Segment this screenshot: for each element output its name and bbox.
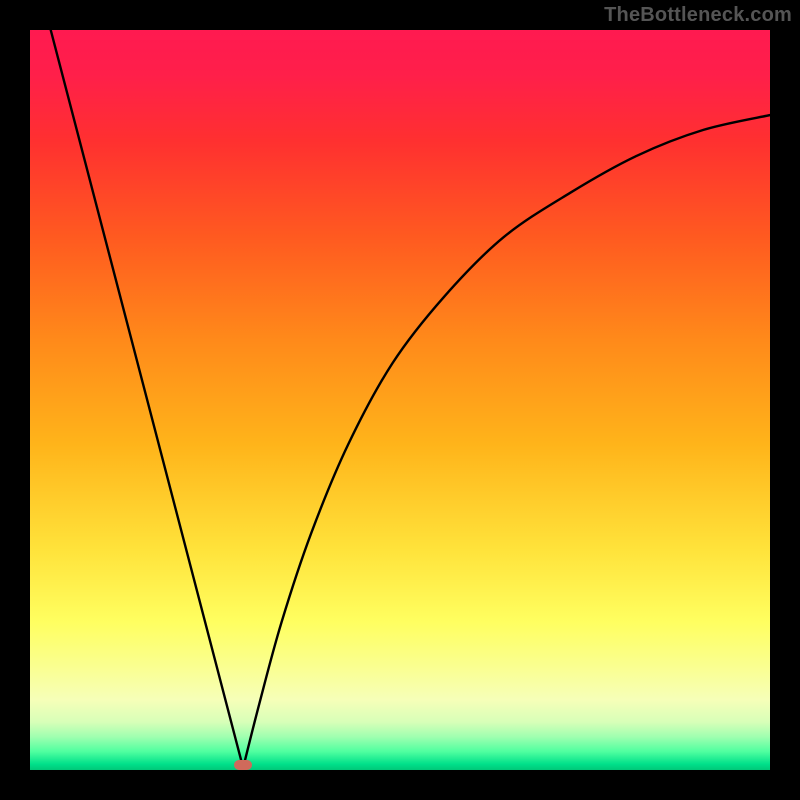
plot-area [30,30,770,770]
chart-stage: TheBottleneck.com [0,0,800,800]
bottleneck-curve [30,30,770,770]
watermark-text: TheBottleneck.com [604,4,792,27]
optimum-marker [234,760,252,770]
